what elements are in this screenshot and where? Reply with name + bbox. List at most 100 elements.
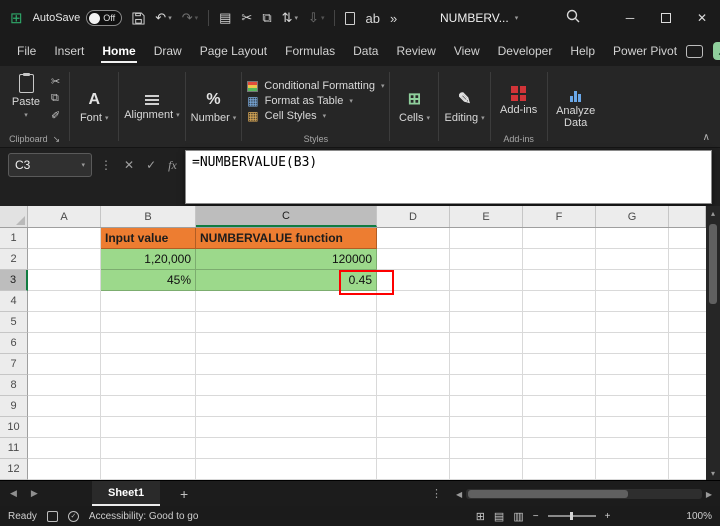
format-as-table-button[interactable]: ▦ Format as Table ▾ <box>247 95 384 108</box>
page-layout-view-icon[interactable]: ▤ <box>494 510 504 523</box>
alignment-group-button[interactable]: Alignment ▾ <box>119 66 184 147</box>
row-header-4[interactable]: 4 <box>0 291 28 312</box>
conditional-formatting-button[interactable]: Conditional Formatting ▾ <box>247 80 384 92</box>
tab-developer[interactable]: Developer <box>489 37 562 65</box>
horizontal-scroll-thumb[interactable] <box>468 490 629 498</box>
paste-button[interactable]: Paste ▾ <box>5 70 47 132</box>
namebox-resize-handle[interactable]: ⋮ <box>100 158 112 172</box>
zoom-in-icon[interactable]: + <box>605 511 611 522</box>
row-header-9[interactable]: 9 <box>0 396 28 417</box>
enter-icon[interactable]: ✓ <box>146 158 156 172</box>
name-box[interactable]: C3 ▾ <box>8 153 92 177</box>
qat-sort-button[interactable]: ⇅ ▾ <box>282 10 298 26</box>
cut-icon[interactable]: ✂ <box>51 75 60 88</box>
editing-mode-button[interactable]: ab <box>365 11 379 26</box>
row-header-8[interactable]: 8 <box>0 375 28 396</box>
addins-button[interactable]: Add-ins <box>496 70 542 132</box>
search-button[interactable] <box>565 8 581 27</box>
vertical-scrollbar[interactable]: ▴ ▾ <box>706 206 720 480</box>
cell-styles-button[interactable]: ▦ Cell Styles ▾ <box>247 110 384 123</box>
row-header-12[interactable]: 12 <box>0 459 28 480</box>
font-group-button[interactable]: A Font ▾ <box>70 66 118 147</box>
cell-b2[interactable]: 1,20,000 <box>101 249 196 270</box>
scroll-down-icon[interactable]: ▾ <box>711 466 715 480</box>
cell-c1[interactable]: NUMBERVALUE function <box>196 228 377 249</box>
column-header-b[interactable]: B <box>101 206 196 227</box>
row-header-10[interactable]: 10 <box>0 417 28 438</box>
row-header-11[interactable]: 11 <box>0 438 28 459</box>
tab-home[interactable]: Home <box>93 37 144 65</box>
tab-insert[interactable]: Insert <box>45 37 93 65</box>
cancel-icon[interactable]: ✕ <box>124 158 134 172</box>
column-header-g[interactable]: G <box>596 206 669 227</box>
row-header-3[interactable]: 3 <box>0 270 28 291</box>
zoom-level[interactable]: 100% <box>686 511 712 522</box>
column-header-e[interactable]: E <box>450 206 523 227</box>
collapse-ribbon-icon[interactable]: ∧ <box>703 132 710 143</box>
tabbar-options-icon[interactable]: ⋮ <box>431 481 442 506</box>
scroll-left-icon[interactable]: ◀ <box>456 490 462 499</box>
maximize-button[interactable] <box>648 0 684 36</box>
row-header-7[interactable]: 7 <box>0 354 28 375</box>
cell-c2[interactable]: 120000 <box>196 249 377 270</box>
copy-icon[interactable]: ⧉ <box>51 92 60 105</box>
tab-file[interactable]: File <box>8 37 45 65</box>
zoom-slider-knob[interactable] <box>569 512 573 520</box>
row-header-2[interactable]: 2 <box>0 249 28 270</box>
qat-paste-button[interactable]: ▤ <box>219 10 231 26</box>
row-header-6[interactable]: 6 <box>0 333 28 354</box>
qat-cut-button[interactable]: ✂ <box>241 10 252 26</box>
grid-body[interactable]: Input value NUMBERVALUE function 1,20,00… <box>28 228 706 480</box>
close-button[interactable]: ✕ <box>684 0 720 36</box>
tab-help[interactable]: Help <box>561 37 604 65</box>
row-header-1[interactable]: 1 <box>0 228 28 249</box>
tab-page-layout[interactable]: Page Layout <box>191 37 276 65</box>
cell-b3[interactable]: 45% <box>101 270 196 291</box>
zoom-out-icon[interactable]: − <box>533 511 539 522</box>
scroll-up-icon[interactable]: ▴ <box>711 206 715 220</box>
scroll-right-icon[interactable]: ▶ <box>706 490 712 499</box>
comments-icon[interactable] <box>686 44 704 58</box>
qat-fill-button[interactable]: ⇩ ▾ <box>308 10 324 26</box>
dialog-launcher-icon[interactable]: ↘ <box>53 134 61 145</box>
undo-button[interactable]: ↶ ▾ <box>155 10 171 26</box>
tab-view[interactable]: View <box>445 37 489 65</box>
column-header-c[interactable]: C <box>196 206 377 227</box>
qat-copy-button[interactable]: ⧉ <box>262 10 271 26</box>
autosave-switch[interactable]: Off <box>86 10 123 26</box>
tab-draw[interactable]: Draw <box>145 37 191 65</box>
new-file-button[interactable] <box>345 11 356 25</box>
tab-power-pivot[interactable]: Power Pivot <box>604 37 686 65</box>
share-icon[interactable]: ↗ <box>713 42 720 60</box>
analyze-data-button[interactable]: Analyze Data <box>553 70 599 146</box>
column-header-a[interactable]: A <box>28 206 101 227</box>
insert-function-button[interactable]: fx <box>168 158 177 173</box>
select-all-corner[interactable] <box>0 206 28 227</box>
vertical-scroll-thumb[interactable] <box>709 224 717 304</box>
accessibility-status[interactable]: Accessibility: Good to go <box>89 511 199 522</box>
cell-b1[interactable]: Input value <box>101 228 196 249</box>
macro-record-icon[interactable] <box>46 510 58 522</box>
zoom-slider[interactable] <box>547 512 596 520</box>
tab-data[interactable]: Data <box>344 37 387 65</box>
tab-formulas[interactable]: Formulas <box>276 37 344 65</box>
document-title[interactable]: NUMBERV... ▾ <box>440 0 518 36</box>
prev-sheet-icon[interactable]: ◀ <box>10 488 17 499</box>
excel-app-icon[interactable]: ⊞ <box>10 9 23 27</box>
number-group-button[interactable]: % Number ▾ <box>186 66 242 147</box>
minimize-button[interactable]: ─ <box>612 0 648 36</box>
column-header-f[interactable]: F <box>523 206 596 227</box>
tab-review[interactable]: Review <box>387 37 444 65</box>
cells-group-button[interactable]: ⊞ Cells ▾ <box>390 66 438 147</box>
autosave-toggle[interactable]: AutoSave Off <box>33 10 123 26</box>
qat-overflow-button[interactable]: » <box>390 11 397 26</box>
redo-button[interactable]: ↷ ▾ <box>182 10 198 26</box>
horizontal-scrollbar[interactable]: ◀ ▶ <box>456 487 712 501</box>
format-painter-icon[interactable]: ✐ <box>51 109 60 122</box>
column-header-d[interactable]: D <box>377 206 450 227</box>
page-break-view-icon[interactable]: ▥ <box>513 510 523 523</box>
save-button[interactable] <box>132 11 145 25</box>
new-sheet-button[interactable]: + <box>180 481 188 506</box>
formula-input[interactable]: =NUMBERVALUE(B3) <box>185 150 712 204</box>
next-sheet-icon[interactable]: ▶ <box>31 488 38 499</box>
